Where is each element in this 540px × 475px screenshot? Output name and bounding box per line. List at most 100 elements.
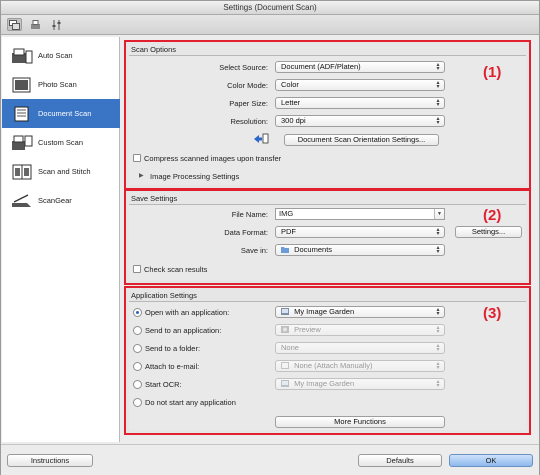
window-title: Settings (Document Scan) — [1, 1, 539, 15]
ok-button[interactable]: OK — [449, 454, 533, 467]
attach-to-email-label: Attach to e-mail: — [145, 362, 200, 371]
sidebar-item-label: Custom Scan — [38, 138, 84, 147]
image-processing-settings-label[interactable]: Image Processing Settings — [150, 172, 239, 181]
sidebar-item-scan-and-stitch[interactable]: Scan and Stitch — [2, 157, 120, 186]
stepper-arrows-icon: ▴ ▾ — [436, 227, 440, 237]
general-settings-icon[interactable] — [49, 18, 64, 31]
sidebar-item-label: Photo Scan — [38, 80, 77, 89]
send-to-folder-radio[interactable] — [133, 344, 142, 353]
data-format-settings-button[interactable]: Settings... — [455, 226, 522, 238]
compress-images-checkbox[interactable] — [133, 154, 141, 162]
stepper-arrows-icon: ▴ ▾ — [436, 62, 440, 72]
stepper-arrows-icon: ▴ ▾ — [436, 325, 440, 335]
save-in-value: Documents — [294, 245, 333, 254]
section-marker-1: (1) — [483, 64, 502, 81]
save-in-dropdown[interactable]: Documents ▴ ▾ — [275, 244, 445, 256]
application-settings-panel: Application Settings (3) Open with an ap… — [124, 286, 531, 435]
data-format-value: PDF — [281, 227, 296, 236]
attach-to-email-radio[interactable] — [133, 362, 142, 371]
scan-and-stitch-icon — [9, 163, 35, 181]
sidebar-item-custom-scan[interactable]: Custom Scan — [2, 128, 120, 157]
start-ocr-value: My Image Garden — [294, 379, 355, 388]
blank-app-icon — [281, 362, 289, 369]
open-with-application-value: My Image Garden — [294, 307, 355, 316]
sidebar-item-label: Document Scan — [38, 109, 92, 118]
color-mode-value: Color — [281, 80, 299, 89]
sidebar-item-scangear[interactable]: ScanGear — [2, 186, 120, 215]
resolution-value: 300 dpi — [281, 116, 306, 125]
chevron-down-icon[interactable]: ▼ — [434, 209, 444, 219]
send-to-folder-value: None — [281, 343, 299, 352]
section-marker-3: (3) — [483, 305, 502, 322]
select-source-dropdown[interactable]: Document (ADF/Platen) ▴ ▾ — [275, 61, 445, 73]
scan-from-computer-icon[interactable] — [7, 18, 22, 31]
disclosure-triangle-icon[interactable]: ▶ — [139, 172, 144, 179]
data-format-dropdown[interactable]: PDF ▴ ▾ — [275, 226, 445, 238]
sidebar-item-document-scan[interactable]: Document Scan — [2, 99, 120, 128]
start-ocr-dropdown[interactable]: My Image Garden ▴ ▾ — [275, 378, 445, 390]
file-name-input[interactable]: IMG ▼ — [275, 208, 445, 220]
stepper-arrows-icon: ▴ ▾ — [436, 343, 440, 353]
stepper-arrows-icon: ▴ ▾ — [436, 98, 440, 108]
settings-window: Settings (Document Scan) Auto Scan Photo… — [0, 0, 540, 475]
section-marker-2: (2) — [483, 207, 502, 224]
start-ocr-label: Start OCR: — [145, 380, 182, 389]
scan-from-panel-icon[interactable] — [28, 18, 43, 31]
my-image-garden-icon — [281, 380, 289, 387]
open-with-application-dropdown[interactable]: My Image Garden ▴ ▾ — [275, 306, 445, 318]
color-mode-dropdown[interactable]: Color ▴ ▾ — [275, 79, 445, 91]
file-name-label: File Name: — [231, 210, 268, 219]
stepper-arrows-icon: ▴ ▾ — [436, 307, 440, 317]
open-with-application-label: Open with an application: — [145, 308, 230, 317]
send-to-folder-label: Send to a folder: — [145, 344, 201, 353]
custom-scan-icon — [9, 134, 35, 152]
attach-to-email-value: None (Attach Manually) — [294, 361, 373, 370]
data-format-label: Data Format: — [224, 228, 268, 237]
document-scan-orientation-settings-button[interactable]: Document Scan Orientation Settings... — [284, 134, 439, 146]
check-scan-results-label: Check scan results — [144, 265, 208, 274]
sidebar-item-label: Auto Scan — [38, 51, 73, 60]
resolution-dropdown[interactable]: 300 dpi ▴ ▾ — [275, 115, 445, 127]
application-settings-title: Application Settings — [131, 291, 197, 300]
scan-options-panel: Scan Options (1) Select Source: Document… — [124, 40, 531, 190]
stepper-arrows-icon: ▴ ▾ — [436, 379, 440, 389]
attach-to-email-dropdown[interactable]: None (Attach Manually) ▴ ▾ — [275, 360, 445, 372]
scangear-icon — [9, 192, 35, 210]
send-to-folder-dropdown[interactable]: None ▴ ▾ — [275, 342, 445, 354]
save-settings-title: Save Settings — [131, 194, 178, 203]
footer: Instructions Defaults OK — [1, 444, 539, 475]
more-functions-button[interactable]: More Functions — [275, 416, 445, 428]
document-scan-icon — [9, 105, 35, 123]
save-in-label: Save in: — [240, 246, 268, 255]
paper-size-label: Paper Size: — [229, 99, 268, 108]
start-ocr-radio[interactable] — [133, 380, 142, 389]
preview-app-icon — [281, 326, 289, 333]
sidebar-item-label: Scan and Stitch — [38, 167, 91, 176]
send-to-application-value: Preview — [294, 325, 321, 334]
settings-content: Scan Options (1) Select Source: Document… — [122, 37, 536, 437]
my-image-garden-icon — [281, 308, 289, 315]
folder-icon — [281, 247, 289, 253]
open-with-application-radio[interactable] — [133, 308, 142, 317]
do-not-start-application-radio[interactable] — [133, 398, 142, 407]
send-to-application-dropdown[interactable]: Preview ▴ ▾ — [275, 324, 445, 336]
stepper-arrows-icon: ▴ ▾ — [436, 245, 440, 255]
stepper-arrows-icon: ▴ ▾ — [436, 116, 440, 126]
auto-scan-icon — [9, 47, 35, 65]
sidebar: Auto Scan Photo Scan Document Scan Custo… — [2, 37, 120, 442]
resolution-label: Resolution: — [230, 117, 268, 126]
do-not-start-application-label: Do not start any application — [145, 398, 236, 407]
compress-images-label: Compress scanned images upon transfer — [144, 154, 282, 163]
send-to-application-label: Send to an application: — [145, 326, 222, 335]
paper-size-dropdown[interactable]: Letter ▴ ▾ — [275, 97, 445, 109]
toolbar — [1, 15, 539, 35]
select-source-value: Document (ADF/Platen) — [281, 62, 361, 71]
sidebar-item-auto-scan[interactable]: Auto Scan — [2, 41, 120, 70]
check-scan-results-checkbox[interactable] — [133, 265, 141, 273]
stepper-arrows-icon: ▴ ▾ — [436, 80, 440, 90]
defaults-button[interactable]: Defaults — [358, 454, 442, 467]
orientation-icon — [253, 133, 269, 144]
instructions-button[interactable]: Instructions — [7, 454, 93, 467]
sidebar-item-photo-scan[interactable]: Photo Scan — [2, 70, 120, 99]
send-to-application-radio[interactable] — [133, 326, 142, 335]
